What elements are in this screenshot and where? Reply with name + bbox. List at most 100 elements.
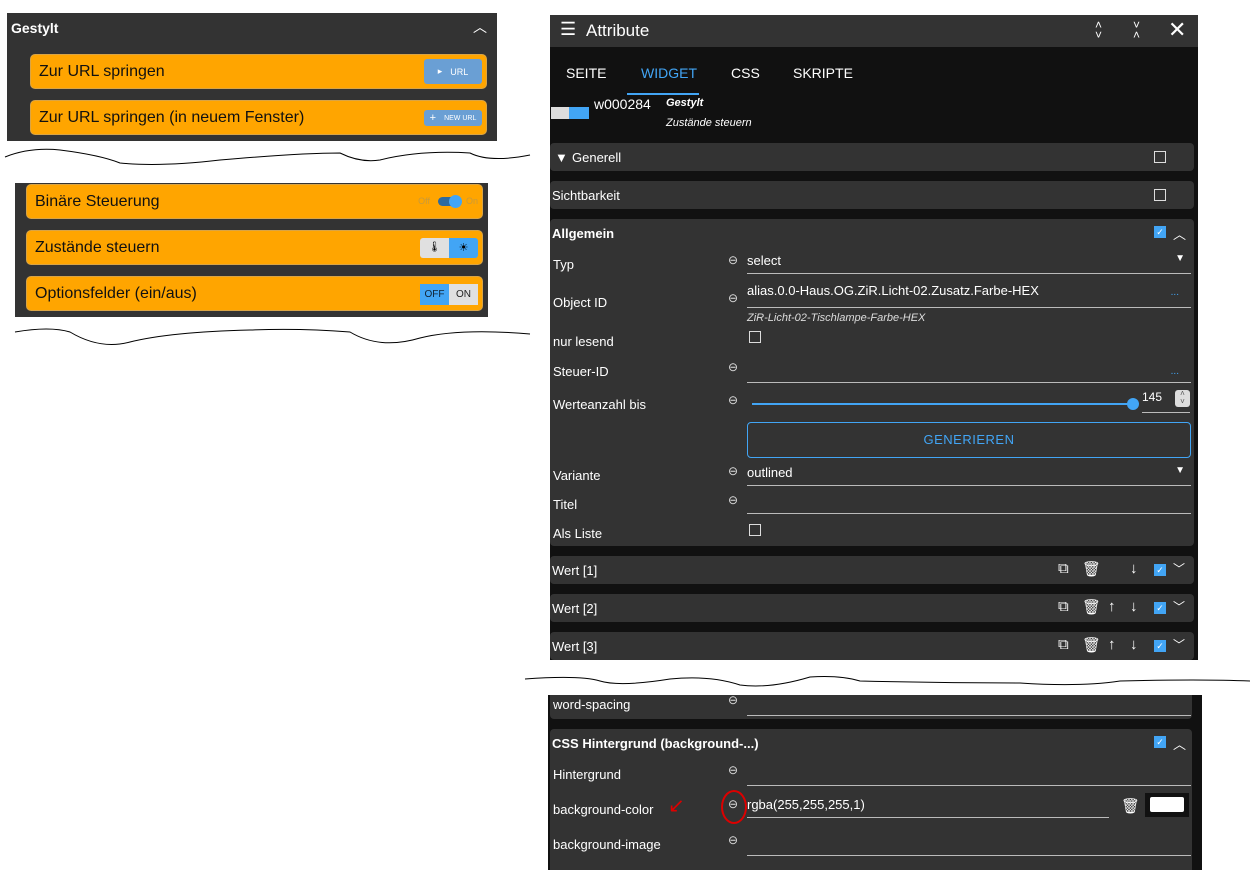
count-input[interactable]: 145 ˄ ˅ xyxy=(1142,390,1190,413)
section-title: Wert [3] xyxy=(552,639,598,654)
copy-icon[interactable]: ⧉ xyxy=(1058,636,1069,653)
chevron-up-icon[interactable]: ︿ xyxy=(1173,734,1186,753)
section-checkbox-checked[interactable]: ✓ xyxy=(1154,602,1166,614)
link-icon[interactable]: ⊖ xyxy=(728,360,738,374)
readonly-checkbox[interactable] xyxy=(749,331,761,343)
panel-header: ☰ Attribute ˄ ˅ ˅ ˄ ✕ xyxy=(550,15,1198,47)
background-image-input[interactable] xyxy=(747,835,1191,856)
link-icon[interactable]: ⊖ xyxy=(728,291,738,305)
object-id-input[interactable]: alias.0.0-Haus.OG.ZiR.Licht-02.Zusatz.Fa… xyxy=(747,283,1191,308)
arrow-down-icon[interactable]: ↓ xyxy=(1130,560,1138,577)
section-checkbox[interactable] xyxy=(1154,189,1166,201)
new-url-button[interactable]: + NEW URL xyxy=(424,110,482,126)
list-checkbox[interactable] xyxy=(749,524,761,536)
tab-seite[interactable]: SEITE xyxy=(566,65,606,81)
arrow-down-icon[interactable]: ↓ xyxy=(1130,636,1138,653)
trash-icon[interactable]: 🗑 xyxy=(1121,797,1140,815)
generate-button[interactable]: GENERIEREN xyxy=(747,422,1191,458)
chevron-down-icon[interactable]: ﹀ xyxy=(1173,636,1185,653)
section-checkbox-checked[interactable]: ✓ xyxy=(1154,640,1166,652)
browse-button[interactable]: ... xyxy=(1171,366,1179,377)
background-image-label: background-image xyxy=(553,837,661,852)
section-checkbox-checked[interactable]: ✓ xyxy=(1154,736,1166,748)
copy-icon[interactable]: ⧉ xyxy=(1058,598,1069,615)
tab-indicator xyxy=(627,93,699,95)
typ-label: Typ xyxy=(553,257,574,272)
arrow-down-icon[interactable]: ↓ xyxy=(1130,598,1138,615)
new-url-row[interactable]: Zur URL springen (in neuem Fenster) + NEW… xyxy=(30,100,487,135)
states-row[interactable]: Zustände steuern 🌡 ☀ xyxy=(26,230,483,265)
color-swatch[interactable] xyxy=(1145,793,1189,817)
section-checkbox[interactable] xyxy=(1154,151,1166,163)
section-sichtbarkeit[interactable]: Sichtbarkeit xyxy=(550,181,1194,209)
link-icon[interactable]: ⊖ xyxy=(728,763,738,777)
chevron-up-icon[interactable]: ︿ xyxy=(473,17,487,37)
title-input[interactable] xyxy=(747,493,1191,514)
control-id-label: Steuer-ID xyxy=(553,364,609,379)
browse-button[interactable]: ... xyxy=(1171,287,1179,298)
row-label: Zur URL springen xyxy=(39,63,165,80)
options-row[interactable]: Optionsfelder (ein/aus) OFF ON xyxy=(26,276,483,311)
stepper-icon[interactable]: ˄ ˅ xyxy=(1175,390,1190,407)
variant-label: Variante xyxy=(553,468,601,483)
on-button[interactable]: ON xyxy=(449,284,478,305)
section-value-1[interactable]: Wert [1] ⧉ 🗑 ↓ ✓ ﹀ xyxy=(550,556,1194,584)
arrow-up-icon[interactable]: ↑ xyxy=(1108,598,1116,615)
chevron-down-icon[interactable]: ﹀ xyxy=(1173,560,1185,577)
list-label: Als Liste xyxy=(553,526,603,541)
tab-skripte[interactable]: SKRIPTE xyxy=(793,65,853,81)
plus-icon: + xyxy=(429,112,437,124)
control-id-input[interactable]: ... xyxy=(747,362,1191,383)
widget-id: w000284 xyxy=(594,96,651,112)
trash-icon[interactable]: 🗑 xyxy=(1082,636,1101,654)
section-value-2[interactable]: Wert [2] ⧉ 🗑 ↑ ↓ ✓ ﹀ xyxy=(550,594,1194,622)
close-icon[interactable]: ✕ xyxy=(1168,17,1186,43)
section-title: Generell xyxy=(572,150,622,165)
torn-edge xyxy=(524,676,1251,687)
tab-widget[interactable]: WIDGET xyxy=(641,65,697,81)
count-slider[interactable] xyxy=(752,398,1139,410)
link-icon[interactable]: ⊖ xyxy=(728,833,738,847)
css-panel: word-spacing ⊖ CSS Hintergrund (backgrou… xyxy=(548,693,1202,870)
tab-css[interactable]: CSS xyxy=(731,65,760,81)
typ-select[interactable]: select ▼ xyxy=(747,253,1191,274)
link-icon[interactable]: ⊖ xyxy=(728,393,738,407)
link-icon[interactable]: ⊖ xyxy=(728,693,738,707)
url-row[interactable]: Zur URL springen ▸ URL xyxy=(30,54,487,89)
link-icon[interactable]: ⊖ xyxy=(728,464,738,478)
filter-icon: ▼ xyxy=(555,150,568,165)
url-button[interactable]: ▸ URL xyxy=(424,59,482,84)
link-icon[interactable]: ⊖ xyxy=(728,493,738,507)
toggle-switch[interactable] xyxy=(438,195,462,208)
trash-icon[interactable]: 🗑 xyxy=(1082,560,1101,578)
select-value: outlined xyxy=(747,465,793,480)
section-title: CSS Hintergrund (background-...) xyxy=(552,736,759,751)
section-generell[interactable]: ▼ Generell xyxy=(550,143,1194,171)
chevron-up-icon[interactable]: ︿ xyxy=(1173,224,1186,243)
slider-thumb[interactable] xyxy=(1127,398,1139,410)
binary-row[interactable]: Binäre Steuerung Off On xyxy=(26,184,483,219)
thermometer-icon[interactable]: 🌡 xyxy=(420,238,449,258)
trash-icon[interactable]: 🗑 xyxy=(1082,598,1101,616)
word-spacing-input[interactable] xyxy=(747,695,1191,716)
collapse-icon[interactable]: ˅ ˄ xyxy=(1133,19,1140,41)
section-title: Allgemein xyxy=(552,226,615,241)
widget-gestylt-urls: Gestylt ︿ Zur URL springen ▸ URL Zur URL … xyxy=(7,13,497,141)
copy-icon[interactable]: ⧉ xyxy=(1058,560,1069,577)
section-checkbox-checked[interactable]: ✓ xyxy=(1154,564,1166,576)
widget-name: Zustände steuern xyxy=(666,117,752,129)
chevron-down-icon[interactable]: ﹀ xyxy=(1173,598,1185,615)
sun-icon[interactable]: ☀ xyxy=(449,238,478,258)
variant-select[interactable]: outlined ▼ xyxy=(747,465,1191,486)
input-value: rgba(255,255,255,1) xyxy=(747,797,865,812)
count-label: Werteanzahl bis xyxy=(553,397,646,412)
section-checkbox-checked[interactable]: ✓ xyxy=(1154,226,1166,238)
off-button[interactable]: OFF xyxy=(420,284,449,305)
link-icon[interactable]: ⊖ xyxy=(728,253,738,267)
section-value-3[interactable]: Wert [3] ⧉ 🗑 ↑ ↓ ✓ ﹀ xyxy=(550,632,1194,660)
background-label: Hintergrund xyxy=(553,767,621,782)
background-color-input[interactable]: rgba(255,255,255,1) xyxy=(747,797,1109,818)
expand-icon[interactable]: ˄ ˅ xyxy=(1095,19,1102,41)
background-input[interactable] xyxy=(747,765,1191,786)
arrow-up-icon[interactable]: ↑ xyxy=(1108,636,1116,653)
